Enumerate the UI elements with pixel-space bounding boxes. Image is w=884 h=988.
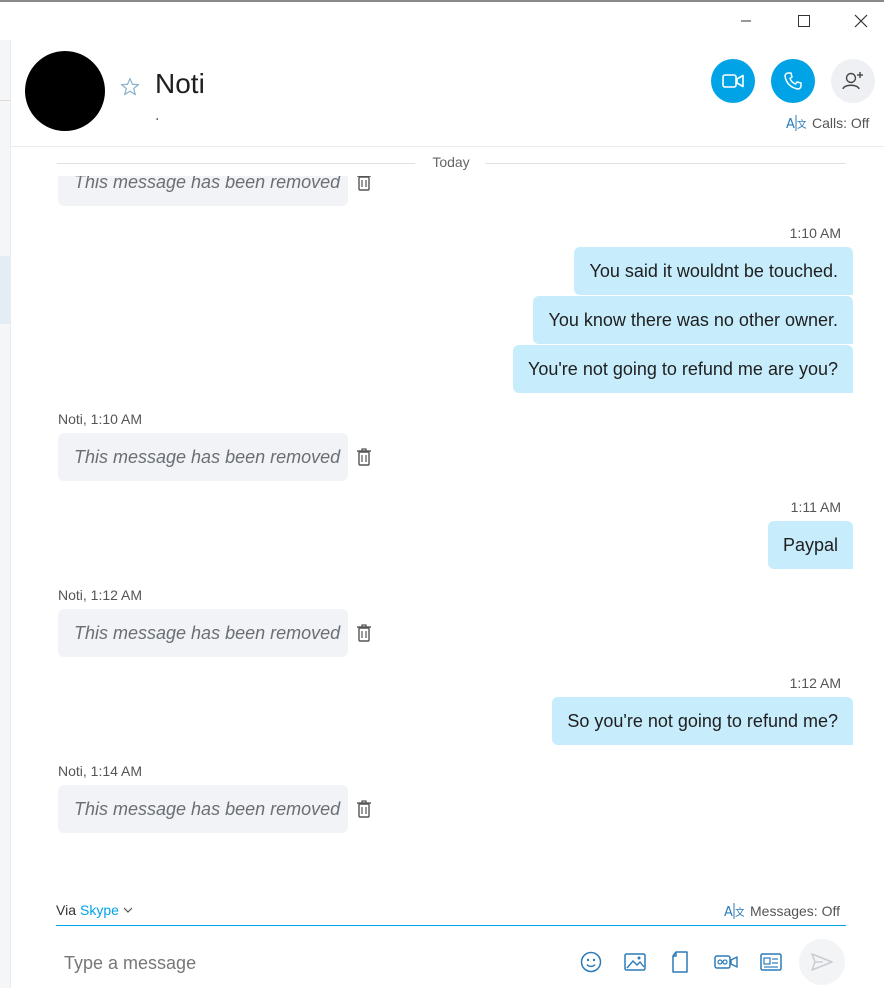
file-icon xyxy=(672,951,688,973)
message-input[interactable] xyxy=(56,940,566,986)
emoji-icon xyxy=(580,951,602,973)
video-message-icon xyxy=(714,955,738,969)
via-service-link[interactable]: Skype xyxy=(80,902,119,918)
add-person-icon xyxy=(842,72,863,90)
removed-message-bubble[interactable]: This message has been removed xyxy=(58,785,348,833)
contact-name[interactable]: Noti xyxy=(155,68,205,100)
date-divider: Today xyxy=(57,154,846,172)
image-icon xyxy=(624,953,646,971)
maximize-icon xyxy=(798,15,810,27)
removed-message-bubble[interactable]: This message has been removed xyxy=(58,433,348,481)
sidebar-divider xyxy=(0,100,10,101)
divider-line-left xyxy=(57,163,415,164)
message-timestamp: 1:12 AM xyxy=(789,675,841,691)
sidebar-selected-item[interactable] xyxy=(0,256,10,324)
header-divider xyxy=(10,146,884,147)
calls-translator-toggle[interactable]: A 文 Calls: Off xyxy=(786,114,869,132)
send-file-button[interactable] xyxy=(668,950,692,974)
date-divider-label: Today xyxy=(432,154,470,170)
message-list[interactable]: This message has been removed 1:10 AM Yo… xyxy=(10,176,884,896)
message-sender-time: Noti, 1:10 AM xyxy=(58,411,143,427)
window-top-border xyxy=(0,0,884,2)
trash-icon xyxy=(357,624,371,642)
close-icon xyxy=(854,14,868,28)
outgoing-message-bubble[interactable]: Paypal xyxy=(767,521,853,569)
audio-call-button[interactable] xyxy=(771,59,815,103)
svg-text:文: 文 xyxy=(735,906,744,919)
outgoing-message-bubble[interactable]: You know there was no other owner. xyxy=(533,296,853,344)
outgoing-message-bubble[interactable]: You said it wouldnt be touched. xyxy=(574,247,853,295)
send-image-button[interactable] xyxy=(623,950,647,974)
maximize-button[interactable] xyxy=(793,10,815,32)
star-icon[interactable] xyxy=(120,77,140,97)
translate-icon: A 文 xyxy=(786,115,806,132)
send-contact-button[interactable] xyxy=(759,950,783,974)
minimize-button[interactable] xyxy=(735,10,757,32)
video-message-button[interactable] xyxy=(714,950,738,974)
contact-card-icon xyxy=(760,953,782,971)
add-participant-button[interactable] xyxy=(831,59,875,103)
removed-message-bubble[interactable]: This message has been removed xyxy=(58,609,348,657)
close-button[interactable] xyxy=(850,10,872,32)
trash-icon xyxy=(357,448,371,466)
phone-icon xyxy=(784,72,802,90)
message-timestamp: 1:11 AM xyxy=(790,499,841,515)
message-sender-time: Noti, 1:12 AM xyxy=(58,587,143,603)
via-label: Via xyxy=(56,902,76,918)
video-call-button[interactable] xyxy=(711,59,755,103)
message-timestamp: 1:10 AM xyxy=(789,225,841,241)
removed-message-bubble[interactable]: This message has been removed xyxy=(58,176,348,206)
svg-text:A: A xyxy=(786,117,795,132)
svg-text:文: 文 xyxy=(797,118,806,131)
trash-icon xyxy=(357,176,371,191)
message-sender-time: Noti, 1:14 AM xyxy=(58,763,143,779)
calls-label: Calls: Off xyxy=(812,115,870,131)
send-icon xyxy=(811,953,833,971)
outgoing-message-bubble[interactable]: So you're not going to refund me? xyxy=(552,697,853,745)
translate-icon: A 文 xyxy=(724,903,744,920)
trash-icon xyxy=(357,800,371,818)
send-button[interactable] xyxy=(799,939,845,985)
video-call-icon xyxy=(722,74,744,88)
chevron-down-icon xyxy=(123,907,133,913)
avatar[interactable] xyxy=(25,51,105,131)
messages-translator-toggle[interactable]: A 文 Messages: Off xyxy=(724,902,840,920)
outgoing-message-bubble[interactable]: You're not going to refund me are you? xyxy=(513,345,853,393)
emoji-button[interactable] xyxy=(579,950,603,974)
divider-line-right xyxy=(485,163,846,164)
minimize-icon xyxy=(741,20,751,22)
via-selector[interactable]: Via Skype xyxy=(56,902,133,918)
svg-text:A: A xyxy=(724,905,733,920)
messages-label: Messages: Off xyxy=(750,903,841,919)
contact-status: . xyxy=(155,108,160,124)
composer-focus-line xyxy=(56,925,846,926)
